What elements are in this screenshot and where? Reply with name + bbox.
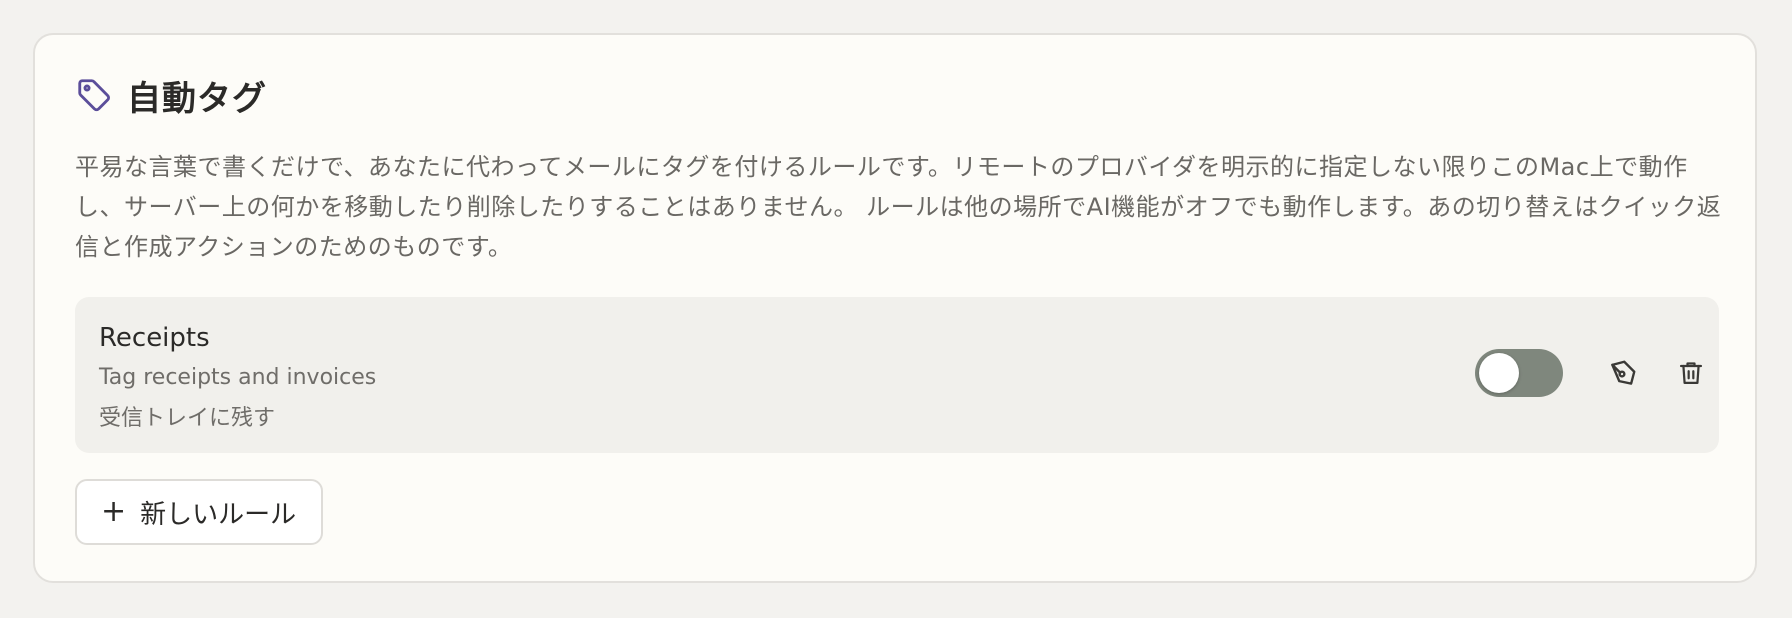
delete-rule-button[interactable] [1671, 353, 1711, 393]
new-rule-label: 新しいルール [140, 499, 297, 530]
auto-tag-settings-card: 自動タグ 平易な言葉で書くだけで、あなたに代わってメールにタグを付けるルールです… [33, 33, 1757, 583]
pen-icon [1608, 358, 1638, 388]
tag-icon [75, 76, 113, 114]
section-header: 自動タグ [75, 75, 267, 119]
trash-icon [1677, 359, 1705, 387]
rule-item-receipts: Receipts Tag receipts and invoices 受信トレイ… [75, 297, 1719, 453]
rule-description: Tag receipts and invoices [99, 365, 377, 390]
section-description: 平易な言葉で書くだけで、あなたに代わってメールにタグを付けるルールです。リモート… [75, 153, 1722, 261]
toggle-knob [1479, 353, 1519, 393]
rule-enabled-toggle[interactable] [1475, 349, 1563, 397]
plus-icon: + [101, 494, 127, 529]
rule-name: Receipts [99, 323, 210, 353]
edit-rule-button[interactable] [1603, 353, 1643, 393]
section-title: 自動タグ [127, 78, 267, 119]
new-rule-button[interactable]: + 新しいルール [75, 479, 323, 545]
rule-action: 受信トレイに残す [99, 406, 276, 431]
